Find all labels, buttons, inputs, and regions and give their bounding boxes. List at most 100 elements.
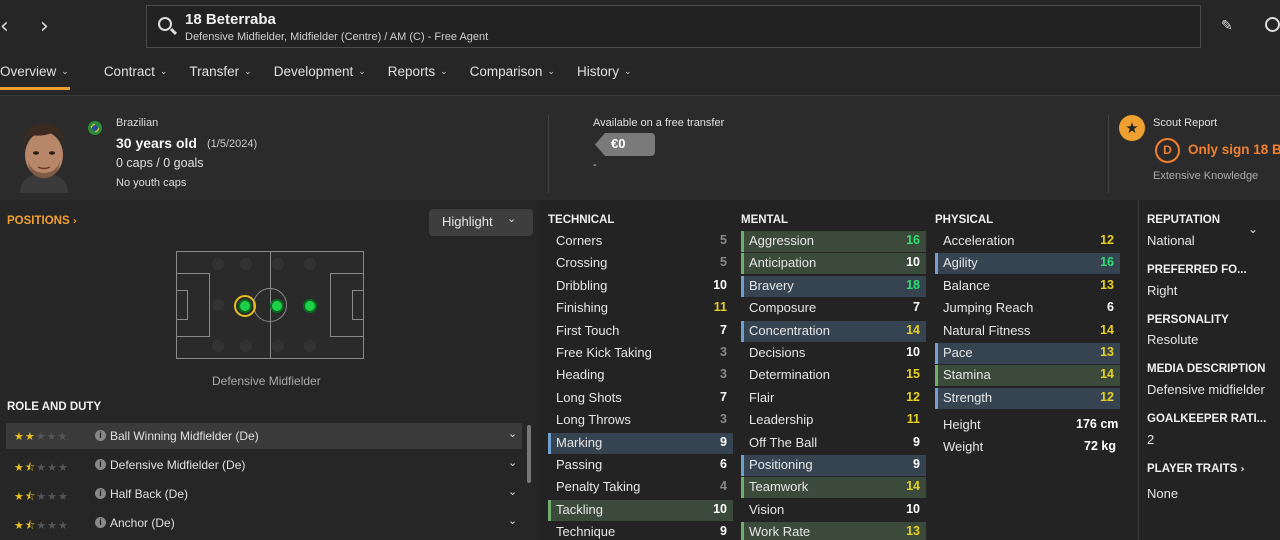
youth-caps: No youth caps	[116, 177, 187, 189]
attribute-row-free-kick-taking[interactable]: Free Kick Taking 3	[548, 343, 733, 364]
attribute-row-long-throws[interactable]: Long Throws 3	[548, 410, 733, 431]
attribute-row-first-touch[interactable]: First Touch 7	[548, 321, 733, 342]
position-dot-amc[interactable]	[303, 299, 317, 313]
chevron-down-icon: ⌄	[61, 67, 69, 77]
attribute-name: Agility	[943, 255, 978, 271]
chevron-down-icon: ⌄	[440, 67, 448, 77]
attribute-name: Penalty Taking	[556, 479, 641, 495]
chevron-down-icon[interactable]: ⌄	[1248, 222, 1258, 236]
attribute-row-jumping-reach[interactable]: Jumping Reach 6	[935, 298, 1120, 319]
scout-report-title[interactable]: Scout Report	[1153, 117, 1217, 129]
attribute-row-anticipation[interactable]: Anticipation 10	[741, 253, 926, 275]
attribute-row-long-shots[interactable]: Long Shots 7	[548, 388, 733, 409]
attribute-value: 7	[913, 300, 920, 315]
info-icon[interactable]: i	[95, 430, 106, 441]
attribute-row-natural-fitness[interactable]: Natural Fitness 14	[935, 321, 1120, 342]
player-traits-link[interactable]: PLAYER TRAITS ›	[1147, 463, 1245, 475]
attribute-row-strength[interactable]: Strength 12	[935, 387, 1120, 409]
attribute-row-heading[interactable]: Heading 3	[548, 365, 733, 386]
attribute-row-off-the-ball[interactable]: Off The Ball 9	[741, 433, 926, 454]
attribute-row-finishing[interactable]: Finishing 11	[548, 298, 733, 319]
attribute-name: Strength	[943, 389, 993, 405]
goalkeeper-rating-value: 2	[1147, 432, 1155, 447]
role-row[interactable]: ★★★★★ i Ball Winning Midfielder (De) ⌄	[6, 423, 522, 449]
attribute-name: Aggression	[749, 233, 815, 248]
attribute-name: Composure	[749, 300, 817, 316]
info-icon[interactable]: i	[95, 517, 106, 528]
chevron-down-icon[interactable]: ⌄	[508, 485, 517, 498]
info-icon[interactable]: i	[95, 488, 106, 499]
attribute-row-work-rate[interactable]: Work Rate 13	[741, 522, 926, 540]
role-row[interactable]: ★⯪★★★ i Defensive Midfielder (De) ⌄	[6, 452, 522, 478]
tab-contract[interactable]: Contract ⌄	[104, 63, 168, 89]
tab-reports[interactable]: Reports ⌄	[388, 63, 448, 89]
tab-development[interactable]: Development ⌄	[274, 63, 366, 89]
scout-verdict: Only sign 18 Beterraba	[1188, 142, 1280, 157]
attribute-name: Finishing	[556, 300, 609, 316]
attribute-value: 4	[720, 479, 727, 494]
attribute-row-decisions[interactable]: Decisions 10	[741, 343, 926, 364]
attribute-row-leadership[interactable]: Leadership 11	[741, 410, 926, 431]
scout-grade-badge: D	[1155, 138, 1180, 163]
back-arrow-icon[interactable]: ‹	[0, 14, 9, 39]
position-dot-dm[interactable]	[238, 299, 252, 313]
chevron-down-icon[interactable]: ⌄	[508, 514, 517, 527]
chevron-down-icon[interactable]: ⌄	[508, 456, 517, 469]
attribute-row-positioning[interactable]: Positioning 9	[741, 455, 926, 476]
attribute-value: 6	[720, 457, 727, 471]
attribute-name: Bravery	[749, 277, 794, 293]
attribute-row-corners[interactable]: Corners 5	[548, 231, 733, 252]
attribute-name: Stamina	[943, 367, 991, 383]
scrollbar[interactable]	[527, 425, 531, 483]
attribute-row-balance[interactable]: Balance 13	[935, 276, 1120, 297]
chevron-down-icon: ⌄	[623, 67, 632, 77]
attribute-row-composure[interactable]: Composure 7	[741, 298, 926, 319]
tab-bar: Overview ⌄ Contract ⌄ Transfer ⌄ Developmen…	[0, 63, 654, 90]
football-icon[interactable]	[1265, 17, 1280, 32]
position-dot	[304, 258, 316, 270]
tab-comparison[interactable]: Comparison ⌄	[470, 63, 555, 89]
attribute-row-concentration[interactable]: Concentration 14	[741, 320, 926, 342]
attribute-row-determination[interactable]: Determination 15	[741, 365, 926, 386]
role-row[interactable]: ★⯪★★★ i Anchor (De) ⌄	[6, 510, 522, 536]
attribute-value: 6	[1107, 300, 1114, 315]
positions-link[interactable]: POSITIONS ›	[7, 215, 77, 227]
attribute-row-flair[interactable]: Flair 12	[741, 388, 926, 409]
attribute-row-technique[interactable]: Technique 9	[548, 522, 733, 540]
tab-transfer[interactable]: Transfer ⌄	[189, 63, 251, 89]
attribute-row-vision[interactable]: Vision 10	[741, 500, 926, 521]
attribute-value: 10	[906, 345, 920, 359]
scout-knowledge: Extensive Knowledge	[1153, 170, 1259, 182]
attribute-name: First Touch	[556, 322, 620, 338]
attribute-row-penalty-taking[interactable]: Penalty Taking 4	[548, 477, 733, 498]
attribute-row-acceleration[interactable]: Acceleration 12	[935, 231, 1120, 252]
player-header-box[interactable]: 18 Beterraba Defensive Midfielder, Midfi…	[146, 5, 1201, 48]
transfer-fee-sub: -	[593, 159, 597, 171]
attribute-row-marking[interactable]: Marking 9	[548, 432, 733, 454]
attribute-row-aggression[interactable]: Aggression 16	[741, 231, 926, 252]
attribute-value: 9	[720, 524, 727, 539]
attribute-row-bravery[interactable]: Bravery 18	[741, 275, 926, 297]
forward-arrow-icon[interactable]: ›	[40, 14, 49, 39]
search-icon[interactable]	[158, 17, 172, 31]
position-dot-mc[interactable]	[270, 299, 284, 313]
chevron-down-icon[interactable]: ⌄	[508, 427, 517, 440]
attribute-row-pace[interactable]: Pace 13	[935, 343, 1120, 364]
attribute-row-agility[interactable]: Agility 16	[935, 253, 1120, 275]
attribute-value: 11	[906, 412, 920, 427]
attribute-row-crossing[interactable]: Crossing 5	[548, 253, 733, 274]
info-icon[interactable]: i	[95, 459, 106, 470]
attribute-name: Technique	[556, 524, 616, 540]
attribute-row-passing[interactable]: Passing 6	[548, 455, 733, 476]
divider	[1108, 115, 1109, 193]
attribute-row-dribbling[interactable]: Dribbling 10	[548, 276, 733, 297]
chevron-down-icon: ⌄	[507, 212, 517, 225]
highlight-dropdown[interactable]: Highlight ⌄	[429, 209, 533, 236]
tab-overview[interactable]: Overview ⌄	[0, 63, 70, 90]
tab-history[interactable]: History ⌄	[577, 63, 632, 89]
role-row[interactable]: ★⯪★★★ i Half Back (De) ⌄	[6, 481, 522, 507]
attribute-row-tackling[interactable]: Tackling 10	[548, 499, 733, 521]
edit-pencil-icon[interactable]: ✎	[1221, 18, 1233, 34]
attribute-row-teamwork[interactable]: Teamwork 14	[741, 477, 926, 499]
attribute-row-stamina[interactable]: Stamina 14	[935, 365, 1120, 387]
